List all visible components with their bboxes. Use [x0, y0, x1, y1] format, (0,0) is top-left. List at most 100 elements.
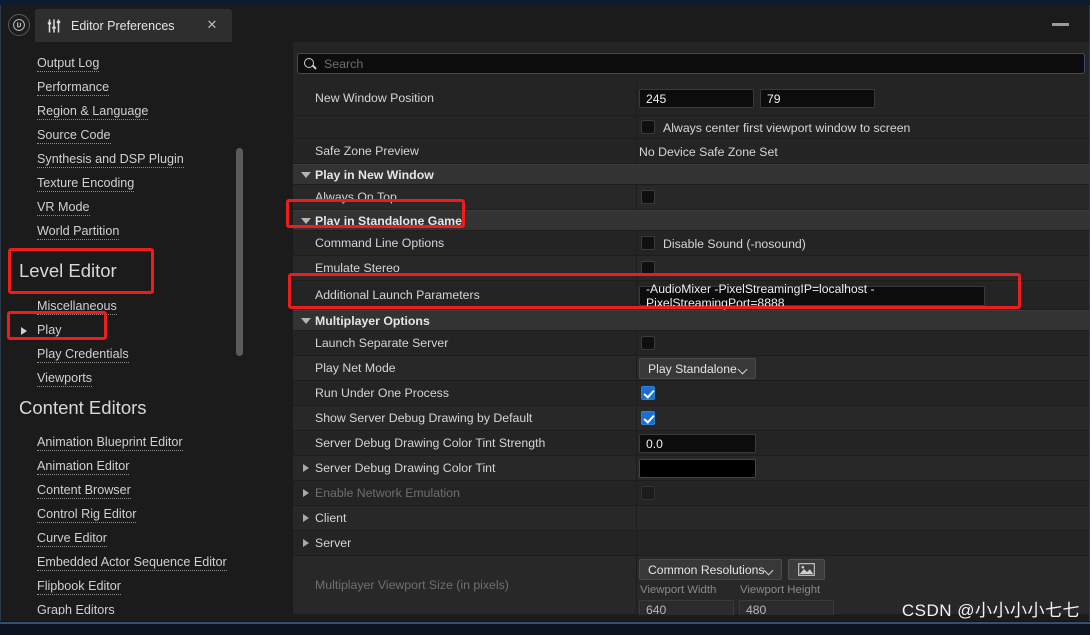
dropdown-value: Play Standalone	[648, 361, 737, 376]
section-play-in-standalone-game[interactable]: Play in Standalone Game	[293, 210, 1089, 231]
column-divider	[636, 139, 637, 163]
search-placeholder: Search	[324, 56, 364, 71]
disable-sound-label: Disable Sound (-nosound)	[663, 237, 806, 251]
always-center-label: Always center first viewport window to s…	[663, 121, 911, 135]
chevron-down-icon	[301, 317, 311, 324]
column-divider	[636, 281, 637, 309]
sidebar-item-world-partition[interactable]: World Partition	[37, 224, 120, 240]
sidebar-item-performance[interactable]: Performance	[37, 80, 110, 96]
server-debug-tint-strength-field[interactable]: 0.0	[639, 434, 756, 453]
row-label: Safe Zone Preview	[315, 144, 419, 158]
column-divider	[636, 185, 637, 209]
sidebar-item-region-language[interactable]: Region & Language	[37, 104, 149, 120]
run-under-one-process-checkbox[interactable]	[641, 386, 655, 400]
disable-sound-checkbox[interactable]	[641, 236, 655, 250]
chevron-down-icon	[737, 364, 748, 375]
sidebar-item-embedded-actor-sequence-editor[interactable]: Embedded Actor Sequence Editor	[37, 555, 227, 571]
column-divider	[636, 456, 637, 480]
editor-preferences-window: Editor Preferences ✕ Output Log Performa…	[0, 0, 1090, 635]
sidebar-item-synthesis-dsp[interactable]: Synthesis and DSP Plugin	[37, 152, 184, 168]
common-resolutions-dropdown[interactable]: Common Resolutions	[639, 559, 782, 580]
search-input[interactable]: Search	[297, 53, 1085, 74]
sidebar-item-vr-mode[interactable]: VR Mode	[37, 200, 90, 216]
preferences-main-panel: Search New Window Position 245 79 Always…	[293, 42, 1089, 615]
section-label: Play in New Window	[315, 167, 434, 182]
expand-arrow-icon[interactable]	[303, 513, 309, 522]
show-server-debug-drawing-checkbox[interactable]	[641, 411, 655, 425]
row-always-on-top: Always On Top	[293, 185, 1089, 210]
sidebar-item-play[interactable]: Play	[37, 323, 62, 339]
emulate-stereo-checkbox[interactable]	[641, 261, 655, 275]
column-divider	[636, 406, 637, 430]
sidebar-item-animation-blueprint-editor[interactable]: Animation Blueprint Editor	[37, 435, 183, 451]
row-label: Show Server Debug Drawing by Default	[315, 411, 533, 425]
watermark: CSDN @小小小小七七	[901, 601, 1080, 620]
viewport-height-field[interactable]: 480	[739, 600, 834, 615]
column-divider	[636, 116, 637, 138]
minimize-icon[interactable]	[1050, 17, 1072, 31]
play-net-mode-dropdown[interactable]: Play Standalone	[639, 358, 756, 379]
sidebar-item-output-log[interactable]: Output Log	[37, 56, 100, 72]
row-label: Play Net Mode	[315, 361, 396, 375]
sidebar-item-play-credentials[interactable]: Play Credentials	[37, 347, 129, 363]
sidebar-item-source-code[interactable]: Source Code	[37, 128, 111, 144]
sidebar-item-flipbook-editor[interactable]: Flipbook Editor	[37, 579, 121, 595]
sidebar-item-curve-editor[interactable]: Curve Editor	[37, 531, 107, 547]
column-divider	[636, 556, 637, 614]
field-value: 245	[646, 91, 667, 106]
row-label: Server	[315, 536, 352, 550]
column-divider	[636, 506, 637, 530]
field-value: 79	[767, 91, 781, 106]
column-divider	[636, 331, 637, 355]
expand-arrow-icon[interactable]	[303, 488, 309, 497]
column-divider	[636, 531, 637, 555]
row-label: Multiplayer Viewport Size (in pixels)	[315, 578, 509, 592]
sidebar-scrollbar-thumb[interactable]	[236, 148, 243, 356]
row-label: Enable Network Emulation	[315, 486, 460, 500]
row-command-line-options: Command Line Options Disable Sound (-nos…	[293, 231, 1089, 256]
title-bar: Editor Preferences ✕	[0, 5, 1090, 42]
enable-network-emulation-checkbox[interactable]	[641, 486, 655, 500]
row-always-center-viewport: Always center first viewport window to s…	[293, 116, 1089, 139]
sidebar-item-content-browser[interactable]: Content Browser	[37, 483, 131, 499]
chevron-down-icon	[301, 171, 311, 178]
section-multiplayer-options[interactable]: Multiplayer Options	[293, 310, 1089, 331]
column-divider	[636, 431, 637, 455]
row-label: Command Line Options	[315, 236, 445, 250]
expand-play-arrow-icon[interactable]	[21, 327, 27, 335]
row-emulate-stereo: Emulate Stereo	[293, 256, 1089, 281]
sidebar-item-graph-editors[interactable]: Graph Editors	[37, 603, 115, 615]
section-label: Multiplayer Options	[315, 313, 430, 328]
server-debug-tint-color-swatch[interactable]	[639, 459, 756, 478]
new-window-position-y-field[interactable]: 79	[760, 89, 875, 108]
field-value: -AudioMixer -PixelStreamingIP=localhost …	[646, 282, 875, 310]
section-play-in-new-window[interactable]: Play in New Window	[293, 164, 1089, 185]
column-divider	[636, 256, 637, 280]
always-center-checkbox[interactable]	[641, 120, 655, 134]
column-divider	[636, 231, 637, 255]
launch-separate-server-checkbox[interactable]	[641, 336, 655, 350]
row-label: Emulate Stereo	[315, 261, 400, 275]
image-icon[interactable]	[788, 559, 825, 580]
sidebar-item-texture-encoding[interactable]: Texture Encoding	[37, 176, 135, 192]
additional-launch-parameters-field[interactable]: -AudioMixer -PixelStreamingIP=localhost …	[639, 282, 985, 310]
close-icon[interactable]: ✕	[205, 18, 219, 32]
row-group-client[interactable]: Client	[293, 506, 1089, 531]
sidebar-item-miscellaneous[interactable]: Miscellaneous	[37, 299, 117, 315]
viewport-width-field[interactable]: 640	[639, 600, 734, 615]
row-group-server[interactable]: Server	[293, 531, 1089, 556]
new-window-position-x-field[interactable]: 245	[639, 89, 754, 108]
tab-editor-preferences[interactable]: Editor Preferences ✕	[35, 9, 232, 42]
sidebar-scrollbar[interactable]	[236, 148, 243, 356]
expand-arrow-icon[interactable]	[303, 538, 309, 547]
sidebar-item-animation-editor[interactable]: Animation Editor	[37, 459, 130, 475]
sidebar-item-control-rig-editor[interactable]: Control Rig Editor	[37, 507, 137, 523]
always-on-top-checkbox[interactable]	[641, 190, 655, 204]
row-enable-network-emulation: Enable Network Emulation	[293, 481, 1089, 506]
expand-arrow-icon[interactable]	[303, 463, 309, 472]
row-server-debug-tint-strength: Server Debug Drawing Color Tint Strength…	[293, 431, 1089, 456]
search-icon	[304, 57, 316, 70]
chevron-down-icon	[763, 565, 774, 576]
sidebar-item-viewports[interactable]: Viewports	[37, 371, 93, 387]
row-label: New Window Position	[315, 90, 434, 105]
